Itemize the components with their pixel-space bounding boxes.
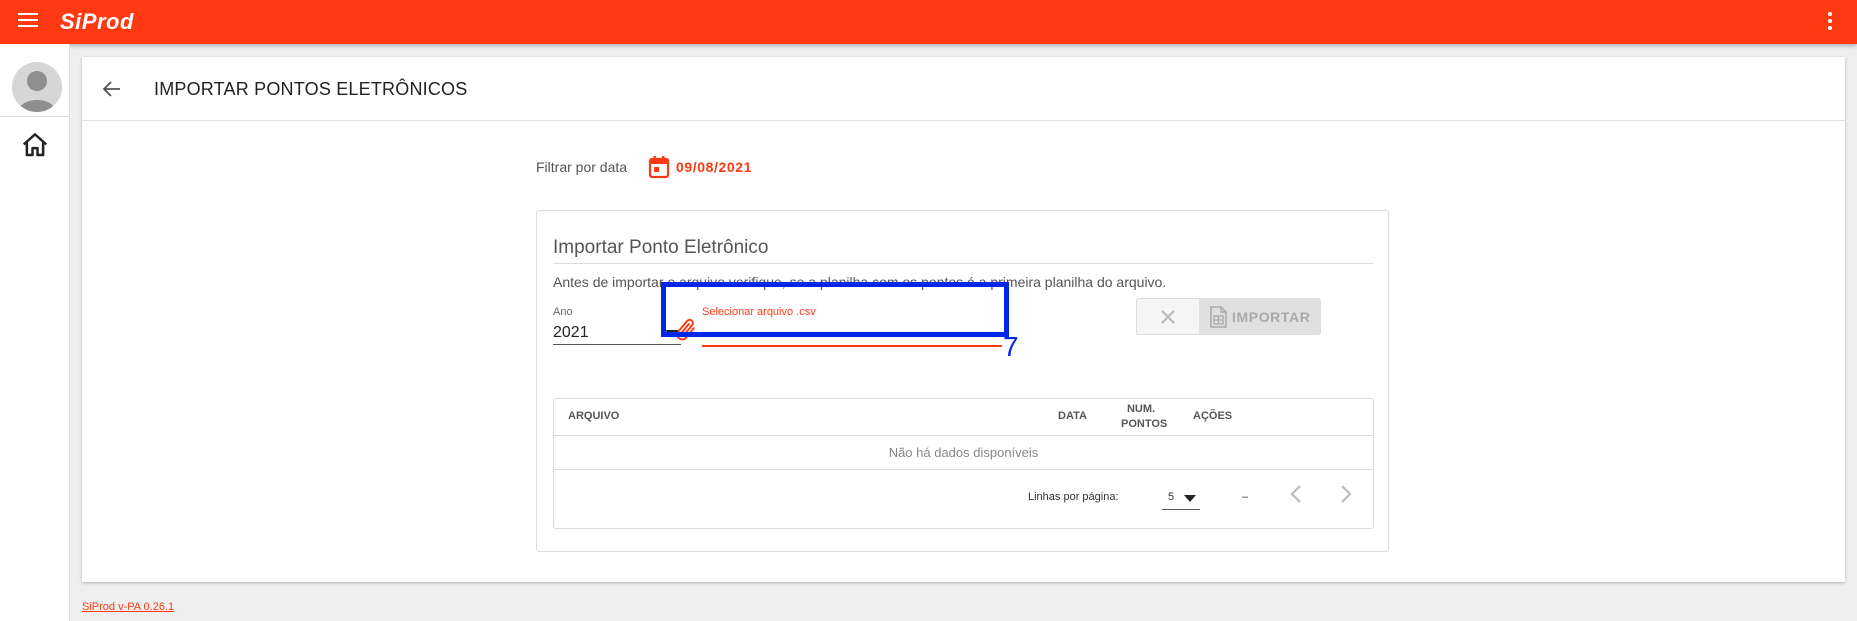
rows-per-page-value: 5	[1168, 491, 1175, 503]
title-divider	[553, 263, 1373, 264]
column-header-file[interactable]: ARQUIVO	[568, 410, 619, 422]
year-label: Ano	[553, 306, 573, 318]
rail-divider	[0, 116, 70, 117]
close-icon	[1161, 310, 1175, 324]
app-version-link[interactable]: SiProd v-PA 0.26.1	[82, 601, 174, 613]
import-panel: Importar Ponto Eletrônico Antes de impor…	[536, 210, 1389, 552]
imports-table: ARQUIVO DATA NUM. PONTOS AÇÕES Não há da…	[553, 398, 1374, 529]
chevron-right-icon[interactable]	[1333, 482, 1357, 506]
csv-file-icon	[1210, 306, 1227, 328]
column-header-actions: AÇÕES	[1193, 410, 1233, 422]
main-card: IMPORTAR PONTOS ELETRÔNICOS Filtrar por …	[82, 57, 1845, 582]
import-panel-title: Importar Ponto Eletrônico	[553, 237, 769, 258]
app-logo: SiProd	[60, 9, 134, 34]
column-header-num-points[interactable]: NUM. PONTOS	[1121, 402, 1167, 432]
file-input-underline	[702, 345, 1002, 347]
home-icon[interactable]	[20, 130, 50, 160]
import-actions: IMPORTAR	[1136, 298, 1321, 335]
table-footer-divider	[554, 469, 1373, 470]
nav-rail	[0, 44, 70, 621]
top-app-bar: SiProd	[0, 0, 1857, 44]
year-value: 2021	[553, 324, 589, 341]
dropdown-arrow-icon	[1184, 495, 1196, 502]
page-title: IMPORTAR PONTOS ELETRÔNICOS	[154, 79, 468, 99]
annotation-step-number: 7	[1003, 331, 1019, 362]
arrow-back-icon[interactable]	[100, 77, 124, 101]
import-button[interactable]: IMPORTAR	[1199, 299, 1320, 334]
more-vert-icon[interactable]	[1827, 12, 1833, 32]
calendar-icon[interactable]	[648, 155, 670, 179]
rows-per-page-label: Linhas por página:	[1028, 491, 1119, 503]
chevron-left-icon[interactable]	[1285, 482, 1309, 506]
column-header-date[interactable]: DATA	[1058, 410, 1087, 422]
pagination-range: –	[1242, 491, 1249, 503]
filter-date-label: Filtrar por data	[536, 159, 628, 175]
card-header: IMPORTAR PONTOS ELETRÔNICOS	[82, 57, 1845, 121]
avatar[interactable]	[12, 62, 62, 112]
annotation-highlight-box	[661, 282, 1009, 337]
clear-button[interactable]	[1137, 299, 1199, 334]
import-button-label: IMPORTAR	[1232, 309, 1311, 325]
avatar-icon	[12, 62, 62, 112]
filter-date-value[interactable]: 09/08/2021	[676, 159, 752, 175]
rows-per-page-select[interactable]: 5	[1162, 486, 1200, 510]
table-header-divider	[554, 435, 1373, 436]
empty-table-message: Não há dados disponíveis	[888, 445, 1039, 460]
menu-icon[interactable]	[18, 13, 38, 31]
